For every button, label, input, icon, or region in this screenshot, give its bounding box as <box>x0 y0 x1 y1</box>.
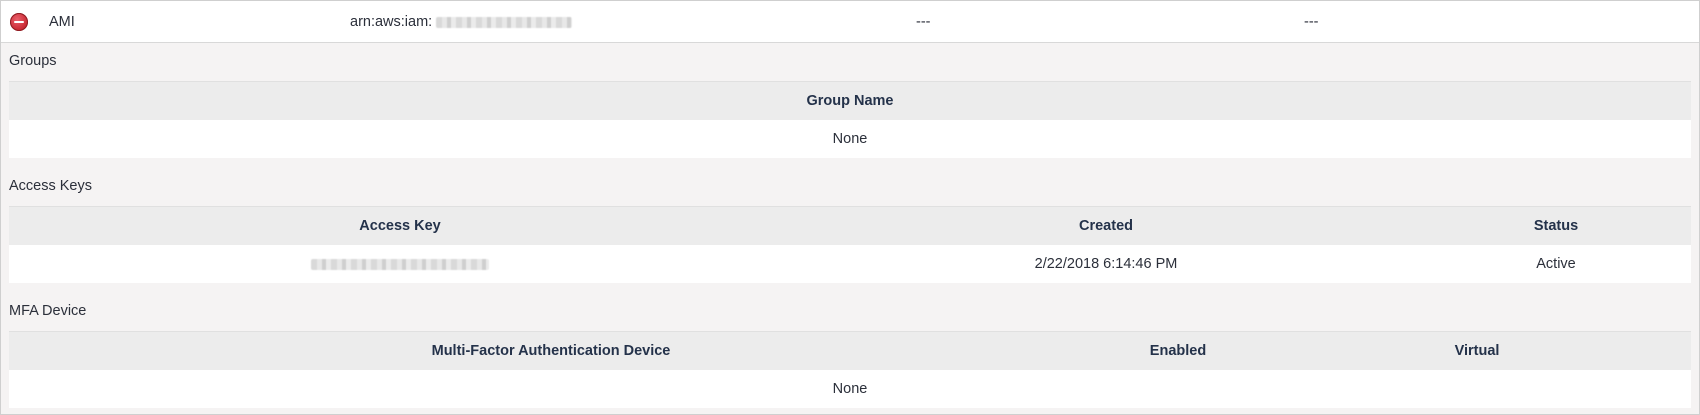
arn-prefix: arn:aws:iam: <box>350 14 433 30</box>
user-detail-panel: AMI arn:aws:iam: --- --- Groups Group Na… <box>0 0 1700 415</box>
col-header-enabled: Enabled <box>1149 343 1207 359</box>
access-keys-table: Access Key Created Status 2/22/2018 6:14… <box>9 206 1691 283</box>
redacted-arn-value <box>436 16 573 28</box>
table-row: None <box>9 120 1691 158</box>
col-header-mfa-device: Multi-Factor Authentication Device <box>431 343 671 359</box>
user-col4-value: --- <box>1304 14 1319 30</box>
user-arn: arn:aws:iam: <box>350 13 573 31</box>
groups-title: Groups <box>9 53 57 69</box>
remove-circle-icon[interactable] <box>10 13 28 31</box>
col-header-created: Created <box>1079 218 1133 234</box>
col-header-status: Status <box>1533 218 1579 234</box>
redacted-access-key <box>311 258 489 270</box>
created-cell: 2/22/2018 6:14:46 PM <box>1034 256 1178 272</box>
user-summary-row: AMI arn:aws:iam: --- --- <box>1 1 1699 43</box>
groups-table-header: Group Name <box>9 81 1691 120</box>
col-header-virtual: Virtual <box>1454 343 1500 359</box>
user-name: AMI <box>49 14 75 30</box>
mfa-table-header: Multi-Factor Authentication Device Enabl… <box>9 331 1691 370</box>
access-keys-title: Access Keys <box>9 178 92 194</box>
access-keys-table-header: Access Key Created Status <box>9 206 1691 245</box>
access-key-cell <box>9 245 791 283</box>
status-cell: Active <box>1536 256 1576 272</box>
mfa-table: Multi-Factor Authentication Device Enabl… <box>9 331 1691 408</box>
table-row: 2/22/2018 6:14:46 PM Active <box>9 245 1691 283</box>
mfa-title: MFA Device <box>9 303 87 319</box>
user-col3-value: --- <box>916 14 931 30</box>
col-header-access-key: Access Key <box>359 218 441 234</box>
col-header-group-name: Group Name <box>806 93 894 109</box>
groups-table: Group Name None <box>9 81 1691 158</box>
groups-empty-cell: None <box>832 131 868 147</box>
table-row: None <box>9 370 1691 408</box>
mfa-empty-cell: None <box>832 381 868 397</box>
